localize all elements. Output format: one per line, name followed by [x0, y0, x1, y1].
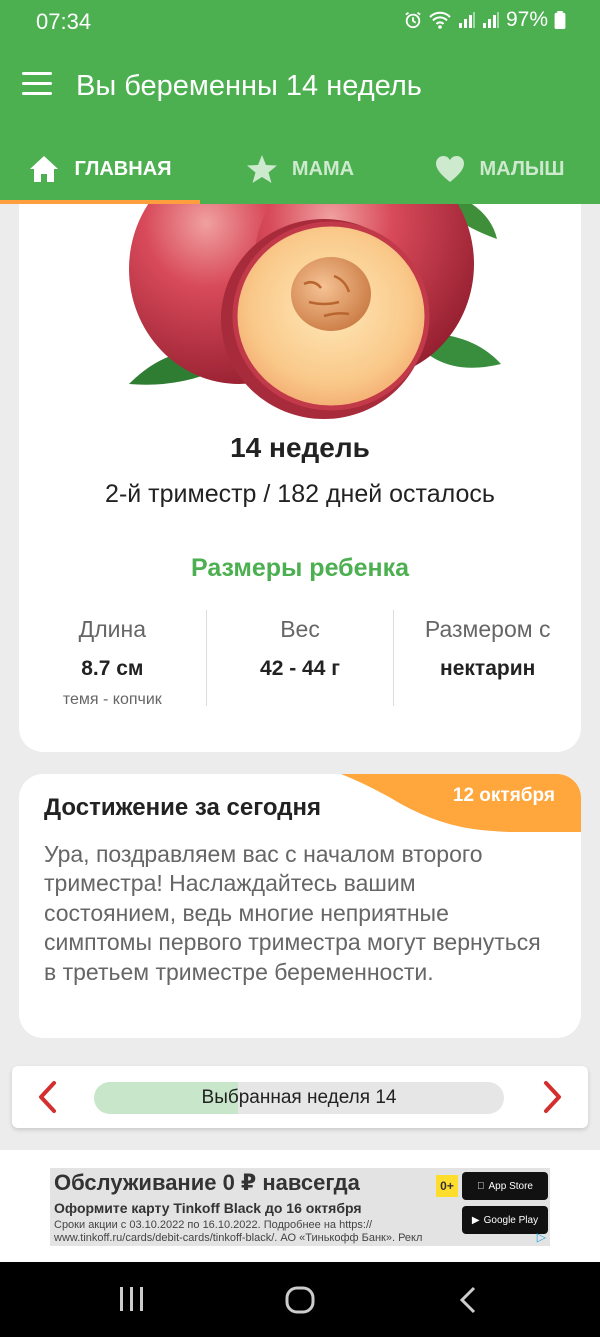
achievement-title: Достижение за сегодня [44, 794, 321, 821]
week-title: 14 недель [230, 432, 370, 463]
tab-home[interactable]: ГЛАВНАЯ [0, 134, 200, 204]
tab-baby-label: МАЛЫШ [479, 157, 565, 180]
week-progress[interactable]: Выбранная неделя 14 [94, 1082, 504, 1114]
ad-banner[interactable]: Обслуживание 0 ₽ навсегда Оформите карту… [50, 1168, 550, 1246]
tab-baby[interactable]: МАЛЫШ [400, 134, 600, 204]
wifi-icon [429, 11, 451, 29]
battery-percent: 97% [505, 8, 548, 31]
metric-label: Размером с [424, 616, 551, 642]
recent-apps-icon[interactable] [118, 1286, 146, 1312]
status-time: 07:34 [36, 9, 92, 34]
metric-value: нектарин [440, 657, 536, 680]
achievement-text: Ура, поздравляем вас с началом второго т… [44, 841, 541, 985]
signal-icon [482, 12, 499, 28]
star-icon [246, 155, 277, 183]
tab-home-label: ГЛАВНАЯ [74, 157, 172, 180]
metric-size-comparison: Размером с нектарин [393, 610, 581, 706]
metric-length: Длина 8.7 см темя - копчик [19, 610, 206, 708]
alarm-icon [405, 12, 421, 29]
metric-value: 42 - 44 г [260, 657, 340, 680]
baby-sizes-title: Размеры ребенка [190, 554, 410, 582]
chevron-right-icon[interactable] [542, 1080, 564, 1114]
system-nav-bar [0, 1262, 600, 1337]
baby-metrics: Длина 8.7 см темя - копчик Вес 42 - 44 г… [19, 610, 581, 708]
trimester-info: 2-й триместр / 182 дней осталось [105, 480, 495, 508]
app-bar: Вы беременны 14 недель [0, 42, 600, 134]
page-title: Вы беременны 14 недель [76, 70, 422, 102]
ad-headline: Обслуживание 0 ₽ навсегда [54, 1170, 360, 1195]
google-play-badge: ▶ Google Play [462, 1206, 548, 1234]
status-bar: 07:34 97% [0, 0, 600, 42]
ad-area: Обслуживание 0 ₽ навсегда Оформите карту… [0, 1150, 600, 1262]
tab-mama-label: МАМА [291, 157, 355, 180]
home-nav-icon[interactable] [284, 1286, 316, 1314]
back-nav-icon[interactable] [458, 1286, 478, 1314]
ad-disclaimer: Сроки акции с 03.10.2022 по 16.10.2022. … [54, 1219, 423, 1244]
play-icon: ▶ [471, 1214, 480, 1226]
ad-age-badge: 0+ [436, 1175, 458, 1197]
chevron-left-icon[interactable] [36, 1080, 58, 1114]
tab-bar: ГЛАВНАЯ МАМА МАЛЫШ [0, 134, 600, 204]
ad-subline: Оформите карту Tinkoff Black до 16 октяб… [54, 1200, 362, 1216]
apple-icon:  [477, 1181, 485, 1192]
metric-label: Вес [280, 616, 320, 642]
metric-weight: Вес 42 - 44 г [205, 610, 394, 706]
battery-icon [554, 11, 566, 29]
signal-icon [458, 12, 475, 28]
app-store-badge:  App Store [462, 1172, 548, 1200]
status-icons: 97% [404, 8, 566, 32]
week-summary-card: 14 недель 2-й триместр / 182 дней остало… [19, 204, 581, 752]
adchoices-icon[interactable]: ▷ [537, 1230, 546, 1244]
week-selector: Выбранная неделя 14 [12, 1066, 588, 1128]
heart-icon [436, 156, 465, 182]
metric-label: Длина [78, 616, 146, 642]
achievement-card: 12 октября Достижение за сегодня Ура, по… [19, 774, 581, 1038]
selected-week-label: Выбранная неделя 14 [201, 1087, 397, 1108]
hamburger-menu-icon[interactable] [22, 72, 52, 96]
nectarine-image [129, 204, 501, 419]
main-content[interactable]: 14 недель 2-й триместр / 182 дней остало… [0, 204, 600, 1150]
achievement-date: 12 октября [452, 785, 555, 806]
metric-sub: темя - копчик [62, 691, 162, 708]
home-icon [30, 156, 59, 182]
tab-mama[interactable]: МАМА [200, 134, 400, 204]
metric-value: 8.7 см [81, 657, 144, 680]
